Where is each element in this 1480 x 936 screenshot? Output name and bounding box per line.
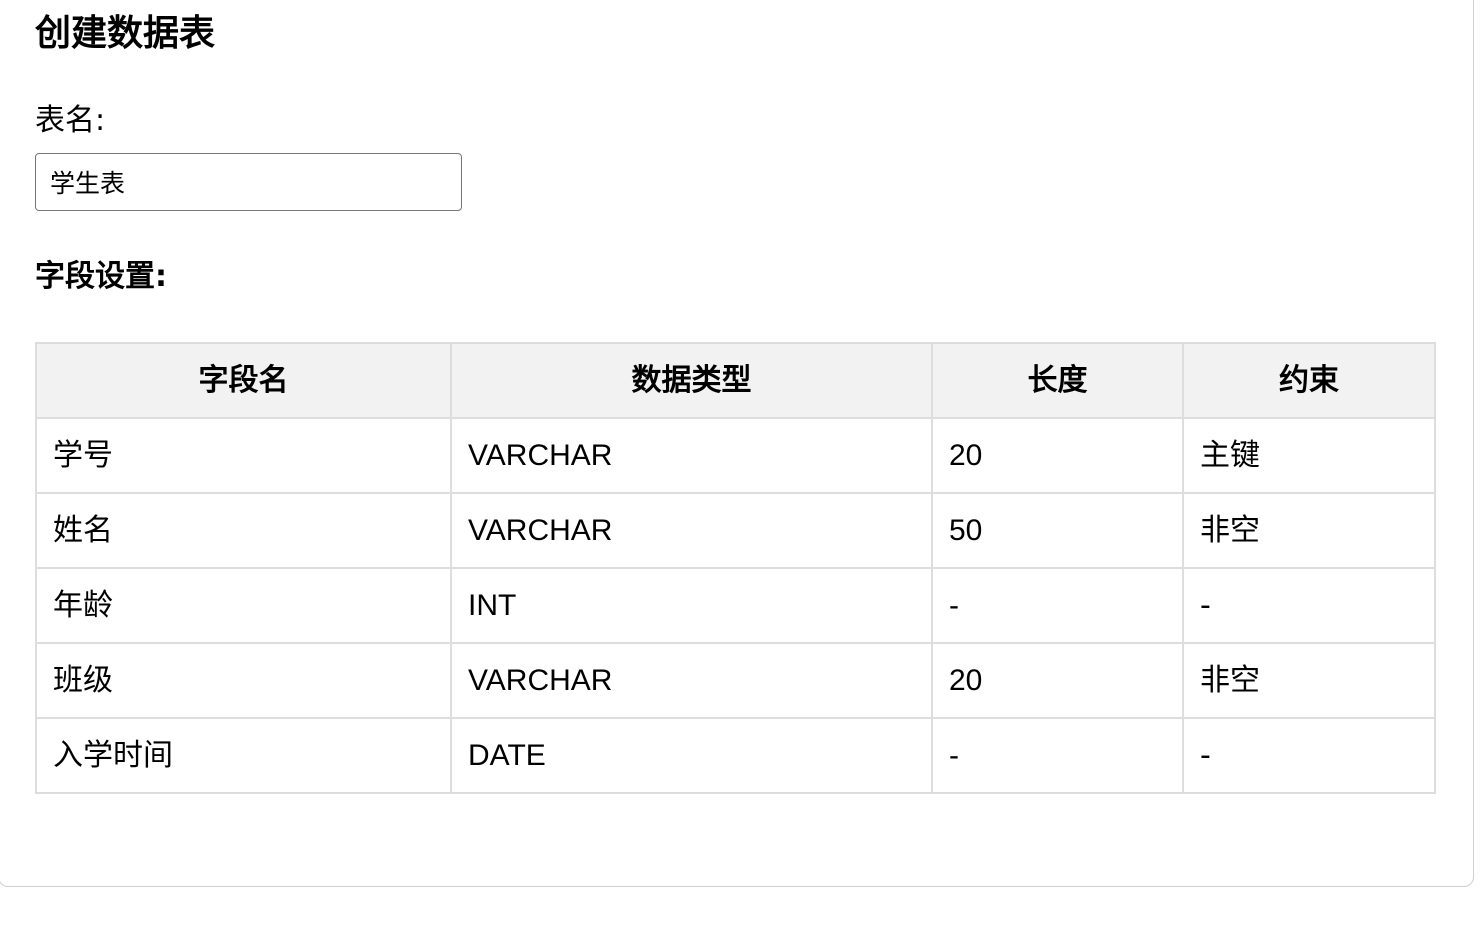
column-header-data-type: 数据类型: [450, 342, 933, 419]
data-type-cell: DATE: [450, 717, 933, 794]
data-type-cell: VARCHAR: [450, 642, 933, 719]
table-row: 入学时间 DATE - -: [35, 717, 1436, 794]
data-type-cell: VARCHAR: [450, 492, 933, 569]
table-name-input[interactable]: [35, 153, 462, 211]
field-name-cell: 入学时间: [35, 717, 452, 794]
constraint-cell: -: [1182, 567, 1436, 644]
column-header-field-name: 字段名: [35, 342, 452, 419]
length-cell: -: [931, 567, 1184, 644]
field-name-cell: 年龄: [35, 567, 452, 644]
constraint-cell: 主键: [1182, 417, 1436, 494]
table-header-row: 字段名 数据类型 长度 约束: [35, 342, 1436, 419]
table-name-label: 表名:: [35, 103, 106, 138]
constraint-cell: -: [1182, 717, 1436, 794]
fields-section-title: 字段设置:: [35, 259, 167, 294]
data-type-cell: VARCHAR: [450, 417, 933, 494]
table-row: 班级 VARCHAR 20 非空: [35, 642, 1436, 719]
table-row: 学号 VARCHAR 20 主键: [35, 417, 1436, 494]
length-cell: 50: [931, 492, 1184, 569]
table-row: 年龄 INT - -: [35, 567, 1436, 644]
length-cell: -: [931, 717, 1184, 794]
column-header-length: 长度: [931, 342, 1184, 419]
fields-table: 字段名 数据类型 长度 约束 学号 VARCHAR 20 主键 姓名 VARCH…: [35, 342, 1436, 794]
field-name-cell: 姓名: [35, 492, 452, 569]
field-name-cell: 学号: [35, 417, 452, 494]
data-type-cell: INT: [450, 567, 933, 644]
constraint-cell: 非空: [1182, 642, 1436, 719]
constraint-cell: 非空: [1182, 492, 1436, 569]
field-name-cell: 班级: [35, 642, 452, 719]
column-header-constraint: 约束: [1182, 342, 1436, 419]
length-cell: 20: [931, 417, 1184, 494]
table-row: 姓名 VARCHAR 50 非空: [35, 492, 1436, 569]
page-title: 创建数据表: [35, 13, 216, 54]
length-cell: 20: [931, 642, 1184, 719]
